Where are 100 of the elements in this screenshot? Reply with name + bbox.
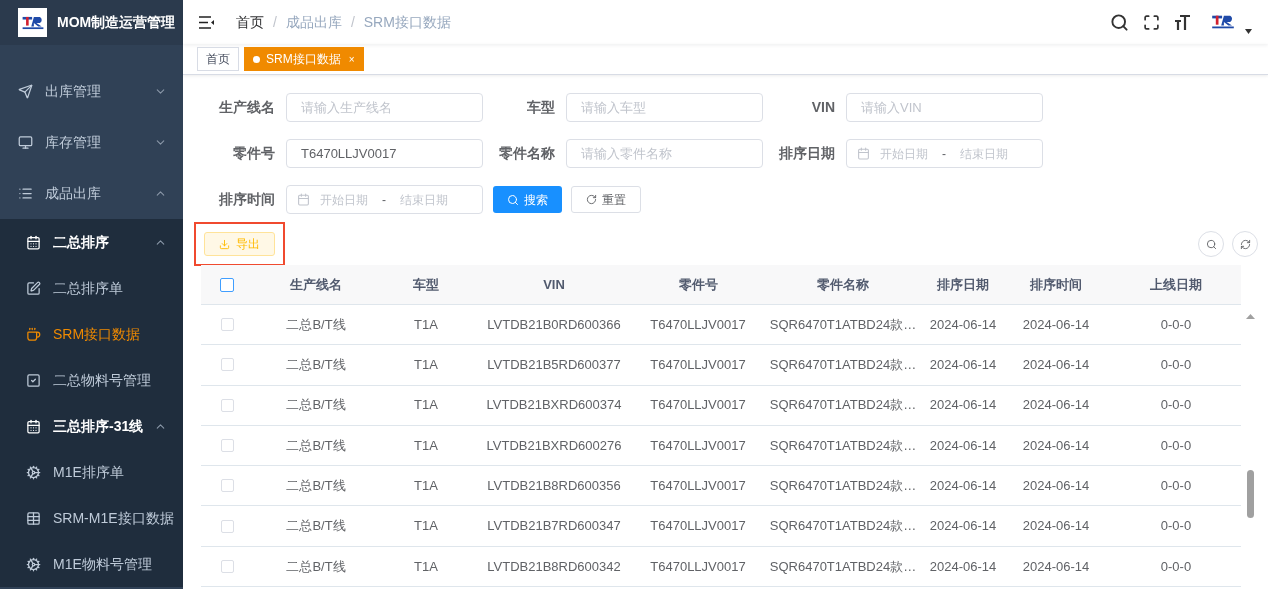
table-cell-text: 0-0-0 xyxy=(1160,517,1192,536)
table-cell-text: 二总B/T线 xyxy=(286,396,346,415)
table-cell-text: 2024-06-14 xyxy=(929,557,997,576)
range-separator: - xyxy=(382,191,386,209)
table-cell-text: LVTDB21B8RD600356 xyxy=(487,477,621,496)
table-cell-text: 2024-06-14 xyxy=(929,436,997,455)
input-field[interactable]: 请输入车型 xyxy=(566,93,763,122)
column-header: VIN xyxy=(543,275,565,294)
column-header: 排序时间 xyxy=(1030,275,1082,294)
table-cell-text: SQR6470T1ATBD24款… xyxy=(769,356,917,375)
menu-item[interactable]: 二总排序 xyxy=(0,219,183,265)
menu-item[interactable]: M1E排序单 xyxy=(0,449,183,495)
table-cell-text: LVTDB21B0RD600366 xyxy=(487,315,621,334)
breadcrumb-separator: / xyxy=(350,12,355,32)
table-cell-text: 2024-06-14 xyxy=(929,356,997,375)
table-cell-text: 0-0-0 xyxy=(1160,315,1192,334)
table-cell-text: T1A xyxy=(414,517,438,536)
input-field[interactable]: 请输入VIN xyxy=(846,93,1043,122)
table-cell-text: 0-0-0 xyxy=(1160,436,1192,455)
input-field[interactable]: T6470LLJV0017 xyxy=(286,139,483,168)
table-cell-text: T1A xyxy=(414,477,438,496)
table-cell-text: 二总B/T线 xyxy=(286,356,346,375)
tab[interactable]: 首页 xyxy=(197,47,239,71)
table-cell-text: 二总B/T线 xyxy=(286,477,346,496)
table-cell-text: T6470LLJV0017 xyxy=(650,477,746,496)
table-cell-text: 0-0-0 xyxy=(1160,356,1192,375)
table-cell-text: LVTDB21B5RD600377 xyxy=(487,356,621,375)
field-label: 车型 xyxy=(526,98,555,117)
column-header: 排序日期 xyxy=(937,275,989,294)
menu-item[interactable]: M1E物料号管理 xyxy=(0,541,183,587)
table-cell-text: T6470LLJV0017 xyxy=(650,436,746,455)
table-cell-text: 2024-06-14 xyxy=(1022,356,1090,375)
menu-item[interactable]: 二总排序单 xyxy=(0,265,183,311)
end-date-placeholder: 结束日期 xyxy=(400,191,448,209)
field-label: 零件号 xyxy=(232,144,275,163)
table-cell-text: 二总B/T线 xyxy=(286,557,346,576)
tab-label: SRM接口数据 xyxy=(266,51,341,68)
input-field[interactable]: 请输入生产线名 xyxy=(286,93,483,122)
table-cell-text: LVTDB21B8RD600342 xyxy=(487,557,621,576)
table-cell-text: T1A xyxy=(414,396,438,415)
range-separator: - xyxy=(942,145,946,163)
field-label: 零件名称 xyxy=(498,144,555,163)
tab-label: 首页 xyxy=(206,51,230,68)
table-cell-text: T6470LLJV0017 xyxy=(650,356,746,375)
breadcrumb-separator: / xyxy=(273,12,277,32)
table-cell-text: 0-0-0 xyxy=(1160,557,1192,576)
table-cell-text: SQR6470T1ATBD24款… xyxy=(769,315,917,334)
menu-item[interactable]: 三总排序-31线 xyxy=(0,403,183,449)
table-cell-text: SQR6470T1ATBD24款… xyxy=(769,436,917,455)
table-cell-text: 2024-06-14 xyxy=(929,396,997,415)
table-cell-text: LVTDB21BXRD600374 xyxy=(486,396,622,415)
table-cell-text: LVTDB21B7RD600347 xyxy=(487,517,621,536)
start-date-placeholder: 开始日期 xyxy=(320,191,368,209)
app-title: MOM制造运营管理 xyxy=(57,13,176,32)
menu-item[interactable]: 二总物料号管理 xyxy=(0,357,183,403)
table-cell-text: T1A xyxy=(414,315,438,334)
end-date-placeholder: 结束日期 xyxy=(960,145,1008,163)
menu-item[interactable]: SRM-M1E接口数据 xyxy=(0,495,183,541)
field-label: 排序日期 xyxy=(778,144,835,163)
table-cell-text: T6470LLJV0017 xyxy=(650,315,746,334)
column-header: 上线日期 xyxy=(1150,275,1202,294)
table-cell-text: T6470LLJV0017 xyxy=(650,517,746,536)
table-cell-text: 二总B/T线 xyxy=(286,315,346,334)
table-cell-text: SQR6470T1ATBD24款… xyxy=(769,557,917,576)
table-cell-text: T1A xyxy=(414,557,438,576)
field-label: 生产线名 xyxy=(218,98,275,117)
menu-item[interactable]: SRM接口数据 xyxy=(0,311,183,357)
table-cell-text: 2024-06-14 xyxy=(929,517,997,536)
table-cell-text: SQR6470T1ATBD24款… xyxy=(769,396,917,415)
reset-button[interactable]: 重置 xyxy=(571,186,641,213)
start-date-placeholder: 开始日期 xyxy=(880,145,928,163)
table-cell-text: 2024-06-14 xyxy=(1022,557,1090,576)
table-cell-text: 0-0-0 xyxy=(1160,477,1192,496)
column-header: 车型 xyxy=(413,275,439,294)
table-cell-text: T1A xyxy=(414,436,438,455)
table-cell-text: T6470LLJV0017 xyxy=(650,396,746,415)
table-cell-text: 0-0-0 xyxy=(1160,396,1192,415)
table-cell-text: SQR6470T1ATBD24款… xyxy=(769,477,917,496)
input-field[interactable]: 请输入零件名称 xyxy=(566,139,763,168)
column-header: 零件名称 xyxy=(817,275,869,294)
breadcrumb-item[interactable]: 首页 xyxy=(236,11,264,33)
date-range-field[interactable]: 开始日期 - 结束日期 xyxy=(846,139,1043,168)
table-cell-text: 二总B/T线 xyxy=(286,517,346,536)
table-cell-text: LVTDB21BXRD600276 xyxy=(486,436,622,455)
table-cell-text: 2024-06-14 xyxy=(1022,477,1090,496)
field-label: VIN xyxy=(810,98,835,117)
table-cell-text: 2024-06-14 xyxy=(929,477,997,496)
table-cell-text: 2024-06-14 xyxy=(1022,517,1090,536)
table-cell-text: SQR6470T1ATBD24款… xyxy=(769,517,917,536)
table-cell-text: T1A xyxy=(414,356,438,375)
column-header: 生产线名 xyxy=(290,275,342,294)
field-label: 排序时间 xyxy=(218,190,275,209)
date-range-field[interactable]: 开始日期 - 结束日期 xyxy=(286,185,483,214)
table-cell-text: 二总B/T线 xyxy=(286,436,346,455)
table-cell-text: 2024-06-14 xyxy=(929,315,997,334)
table-cell-text: 2024-06-14 xyxy=(1022,315,1090,334)
table-cell-text: T6470LLJV0017 xyxy=(650,557,746,576)
table-cell-text: 2024-06-14 xyxy=(1022,436,1090,455)
breadcrumb-item: SRM接口数据 xyxy=(363,12,451,32)
column-header: 零件号 xyxy=(678,275,718,294)
